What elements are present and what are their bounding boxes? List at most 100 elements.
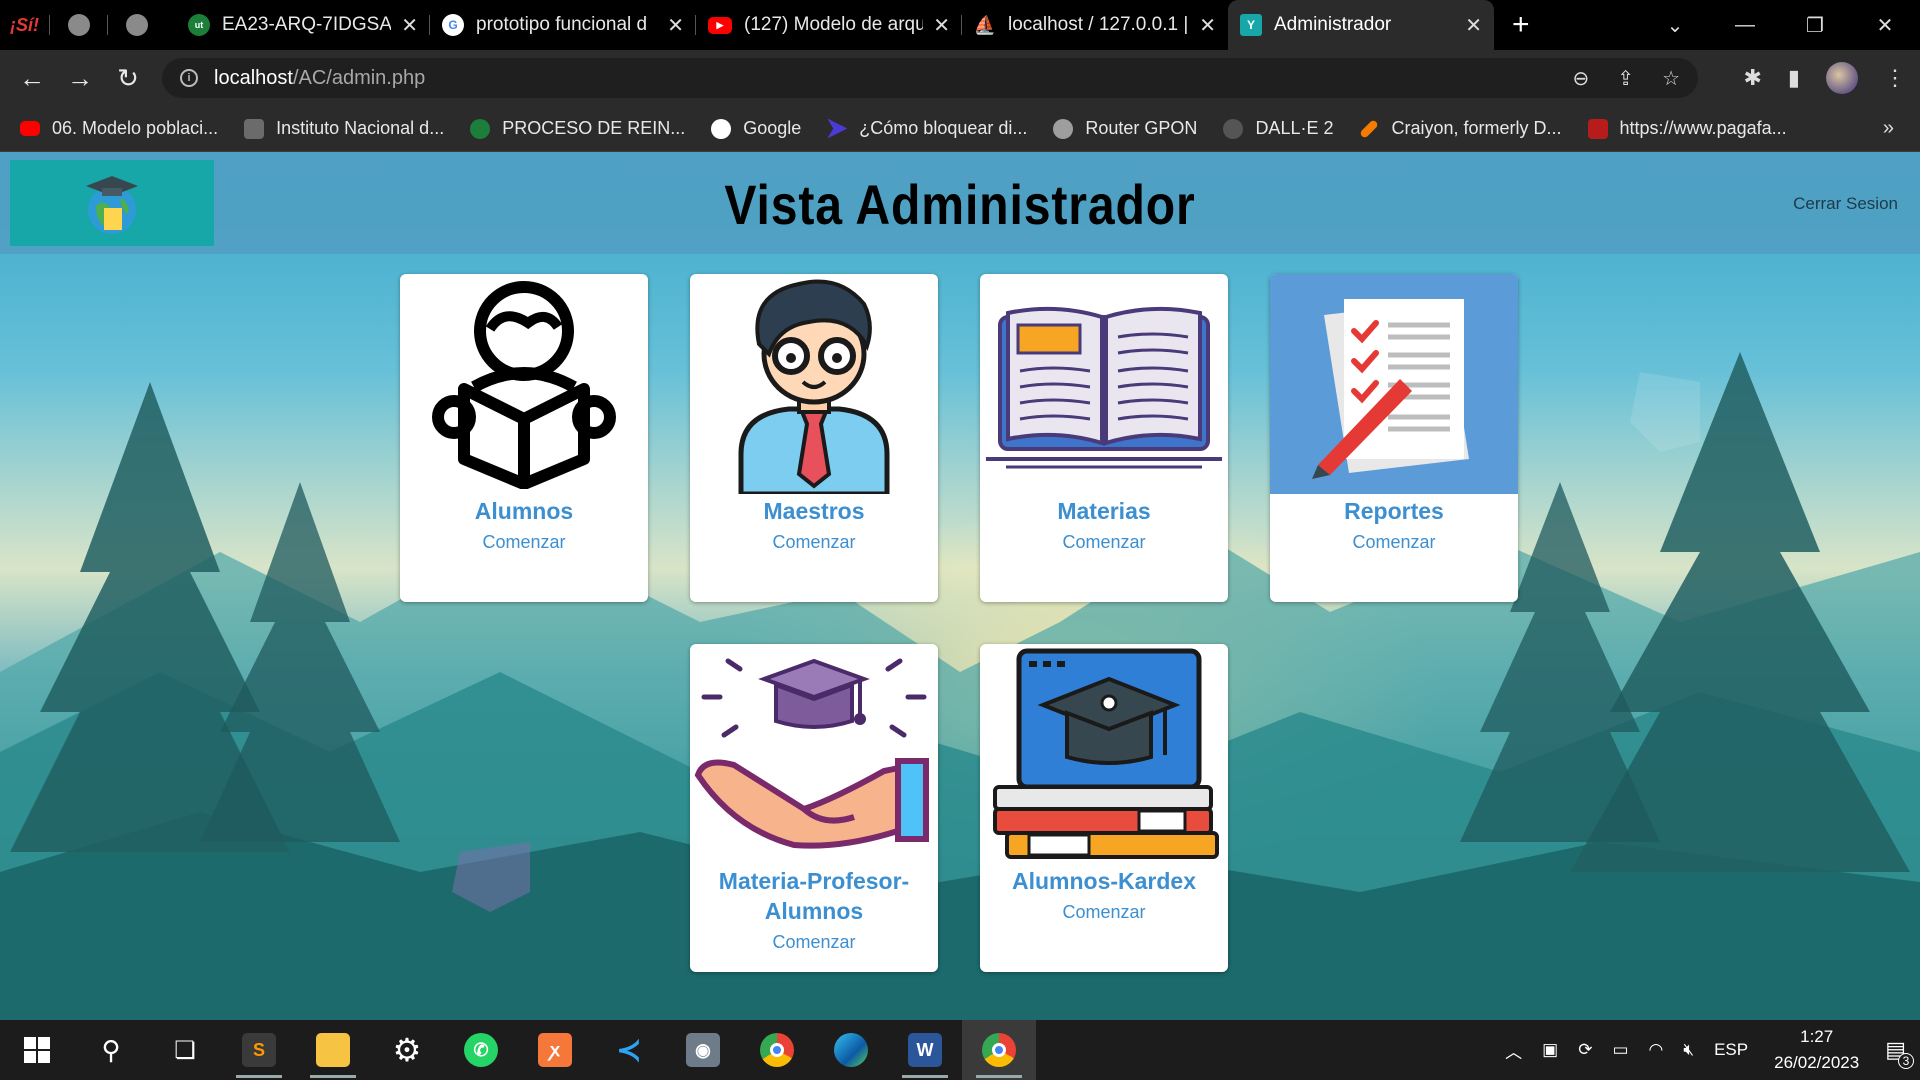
windows-logo-icon xyxy=(24,1037,50,1063)
tab-pinned-globe-1[interactable] xyxy=(50,0,108,50)
tab-title: Administrador xyxy=(1274,14,1392,35)
chrome-icon[interactable] xyxy=(740,1020,814,1080)
camera-icon[interactable]: ◉ xyxy=(666,1020,740,1080)
sublime-text-icon[interactable]: S xyxy=(222,1020,296,1080)
search-icon[interactable]: ⚲ xyxy=(74,1020,148,1080)
notification-icon[interactable]: ▤ 3 xyxy=(1885,1037,1914,1069)
side-panel-icon[interactable]: ▮ xyxy=(1788,65,1800,91)
google-icon: G xyxy=(442,14,464,36)
logout-link[interactable]: Cerrar Sesion xyxy=(1793,194,1898,214)
bookmark-item[interactable]: 06. Modelo poblaci... xyxy=(20,118,218,139)
card-title: Alumnos-Kardex xyxy=(1011,868,1197,894)
bookmark-item[interactable]: Google xyxy=(711,118,801,139)
windows-start-icon[interactable] xyxy=(0,1020,74,1080)
vscode-icon[interactable]: ≺ xyxy=(592,1020,666,1080)
bookmarks-overflow-button[interactable]: » xyxy=(1883,117,1894,140)
page-content: Vista Administrador Cerrar Sesion Alumno… xyxy=(0,152,1920,1020)
back-arrow-icon[interactable]: ← xyxy=(8,63,56,94)
card-start-link[interactable]: Comenzar xyxy=(1270,532,1518,553)
notification-count: 3 xyxy=(1898,1053,1914,1069)
settings-icon[interactable]: ⚙ xyxy=(370,1020,444,1080)
card-image xyxy=(690,274,938,494)
tab-pinned-globe-2[interactable] xyxy=(108,0,166,50)
close-icon[interactable]: ✕ xyxy=(401,13,418,38)
new-tab-button[interactable]: + xyxy=(1512,8,1530,42)
close-icon[interactable]: ✕ xyxy=(667,13,684,38)
word-icon[interactable]: W xyxy=(888,1020,962,1080)
ut-logo-icon: ut xyxy=(188,14,210,36)
tab-title: (127) Modelo de arqu xyxy=(744,14,924,35)
tab-pinned-si[interactable]: ¡Sí! xyxy=(0,0,50,50)
site-info-icon[interactable]: i xyxy=(180,69,198,87)
bookmark-item[interactable]: DALL·E 2 xyxy=(1223,118,1333,139)
forward-arrow-icon[interactable]: → xyxy=(56,63,104,94)
xampp-icon[interactable]: ꭗ xyxy=(518,1020,592,1080)
clock[interactable]: 1:27 26/02/2023 xyxy=(1774,1024,1859,1076)
address-bar[interactable]: i localhost/AC/admin.php ⊖ ⇪ ☆ xyxy=(162,58,1698,98)
file-explorer-icon[interactable] xyxy=(296,1020,370,1080)
bookmark-item[interactable]: Craiyon, formerly D... xyxy=(1359,118,1562,139)
tab-youtube[interactable]: ▶ (127) Modelo de arqu ✕ xyxy=(696,0,962,50)
card-reportes[interactable]: Reportes Comenzar xyxy=(1270,274,1518,602)
edge-icon[interactable] xyxy=(814,1020,888,1080)
graduation-cap-hand-icon xyxy=(694,658,929,849)
bookmark-item[interactable]: Instituto Nacional d... xyxy=(244,118,444,139)
card-alumnos[interactable]: Alumnos Comenzar xyxy=(400,274,648,602)
wifi-icon[interactable]: ◠ xyxy=(1649,1040,1664,1060)
menu-kebab-icon[interactable]: ⋮ xyxy=(1884,65,1906,91)
card-image xyxy=(400,274,648,494)
card-start-link[interactable]: Comenzar xyxy=(980,532,1228,553)
card-start-link[interactable]: Comenzar xyxy=(980,902,1228,923)
minimize-button[interactable]: — xyxy=(1710,14,1780,37)
tab-ea23[interactable]: ut EA23-ARQ-7IDGSA: A ✕ xyxy=(176,0,430,50)
card-title: Maestros xyxy=(763,498,865,524)
tab-phpmyadmin[interactable]: ⛵ localhost / 127.0.0.1 | ✕ xyxy=(962,0,1228,50)
card-alumnos-kardex[interactable]: Alumnos-Kardex Comenzar xyxy=(980,644,1228,972)
bookmark-star-icon[interactable]: ☆ xyxy=(1662,66,1680,91)
card-start-link[interactable]: Comenzar xyxy=(400,532,648,553)
bookmark-item[interactable]: Router GPON xyxy=(1053,118,1197,139)
close-icon[interactable]: ✕ xyxy=(1465,13,1482,38)
reload-icon[interactable]: ↻ xyxy=(104,63,152,94)
profile-avatar[interactable] xyxy=(1826,62,1858,94)
chrome-profile-icon[interactable] xyxy=(962,1020,1036,1080)
chrome-logo-icon xyxy=(760,1033,794,1067)
card-image xyxy=(980,274,1228,494)
pagafacil-icon xyxy=(1587,118,1608,139)
volume-muted-icon[interactable]: 🔇︎ xyxy=(1683,1040,1694,1060)
tab-search-icon[interactable]: ⌄ xyxy=(1640,13,1710,38)
update-icon[interactable]: ⟳ xyxy=(1578,1040,1592,1060)
card-image xyxy=(980,644,1228,864)
chevron-up-icon[interactable]: ︿ xyxy=(1505,1038,1522,1063)
close-icon[interactable]: ✕ xyxy=(1199,13,1216,38)
tab-administrador[interactable]: Y Administrador ✕ xyxy=(1228,0,1494,50)
whatsapp-icon[interactable]: ✆ xyxy=(444,1020,518,1080)
graduation-globe-icon xyxy=(86,176,138,234)
card-start-link[interactable]: Comenzar xyxy=(690,932,938,953)
language-indicator[interactable]: ESP xyxy=(1714,1040,1748,1060)
zoom-icon[interactable]: ⊖ xyxy=(1573,66,1590,91)
card-materias[interactable]: Materias Comenzar xyxy=(980,274,1228,602)
tab-title: EA23-ARQ-7IDGSA: A xyxy=(222,14,392,35)
bookmark-item[interactable]: https://www.pagafa... xyxy=(1587,118,1787,139)
restore-button[interactable]: ❐ xyxy=(1780,13,1850,38)
camera-glyph-icon: ◉ xyxy=(686,1033,720,1067)
arrow-logo-icon xyxy=(827,118,848,139)
vscode-logo-icon: ≺ xyxy=(616,1033,642,1067)
bookmark-item[interactable]: ¿Cómo bloquear di... xyxy=(827,118,1027,139)
share-icon[interactable]: ⇪ xyxy=(1617,66,1634,91)
tab-title: localhost / 127.0.0.1 | xyxy=(1008,14,1189,35)
bookmark-item[interactable]: PROCESO DE REIN... xyxy=(470,118,685,139)
tab-prototipo[interactable]: G prototipo funcional d ✕ xyxy=(430,0,696,50)
battery-icon[interactable]: ▭ xyxy=(1612,1040,1628,1060)
close-icon[interactable]: ✕ xyxy=(933,13,950,38)
close-window-button[interactable]: ✕ xyxy=(1850,13,1920,38)
meet-now-icon[interactable]: ▣ xyxy=(1542,1040,1558,1060)
card-maestros[interactable]: Maestros Comenzar xyxy=(690,274,938,602)
extensions-icon[interactable]: ✱ xyxy=(1743,65,1761,91)
pencil-icon xyxy=(1359,118,1380,139)
google-icon xyxy=(711,118,732,139)
card-start-link[interactable]: Comenzar xyxy=(690,532,938,553)
card-materia-profesor-alumnos[interactable]: Materia-Profesor-Alumnos Comenzar xyxy=(690,644,938,972)
task-view-icon[interactable]: ❏ xyxy=(148,1020,222,1080)
